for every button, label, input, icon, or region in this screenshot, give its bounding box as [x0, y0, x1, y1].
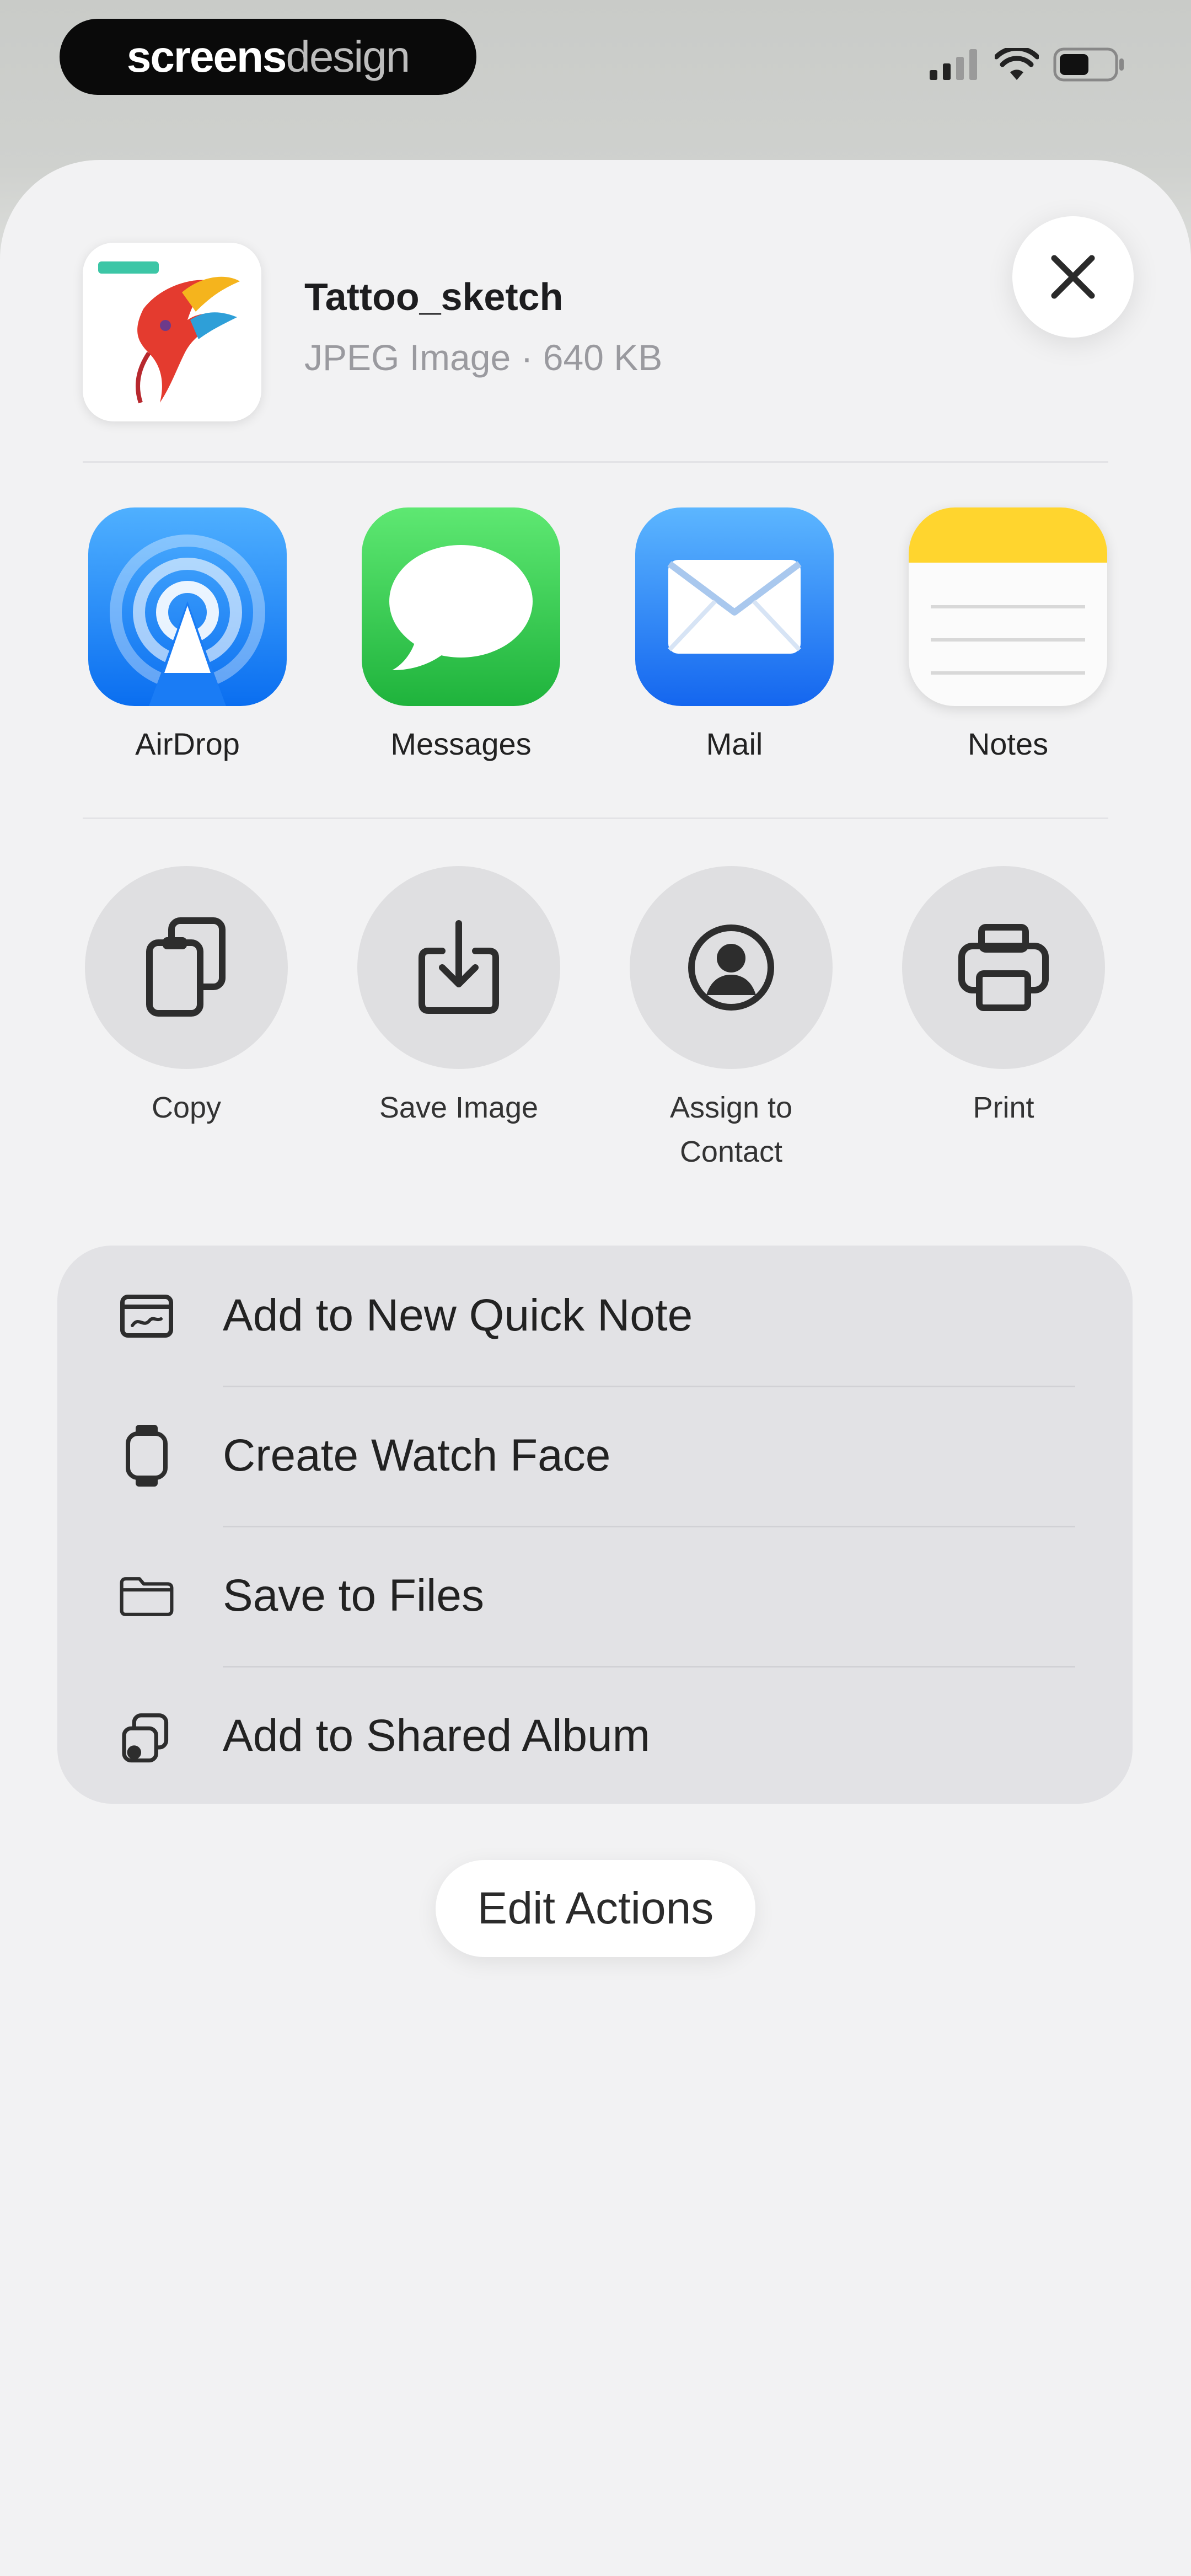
airdrop-icon — [88, 507, 287, 706]
app-messages[interactable]: Messages — [356, 507, 566, 762]
print-icon — [958, 924, 1049, 1011]
save-image-circle — [357, 866, 560, 1069]
print-circle — [902, 866, 1105, 1069]
share-sheet: Tattoo_sketch JPEG Image · 640 KB AirDro… — [0, 160, 1191, 2576]
app-label-airdrop: AirDrop — [135, 726, 240, 761]
watermark-text-bold: screens — [126, 32, 287, 81]
action-print[interactable]: Print — [888, 866, 1119, 1130]
app-label-messages: Messages — [390, 726, 532, 761]
list-item-save-files[interactable]: Save to Files — [57, 1526, 1133, 1666]
list-item-quick-note[interactable]: Add to New Quick Note — [57, 1246, 1133, 1386]
list-label-quick-note: Add to New Quick Note — [223, 1290, 693, 1340]
wifi-icon — [995, 48, 1039, 80]
list-label-watch-face: Create Watch Face — [223, 1430, 611, 1481]
file-name: Tattoo_sketch — [304, 275, 564, 318]
close-icon — [1051, 255, 1095, 299]
file-details: JPEG Image · 640 KB — [304, 337, 663, 378]
copy-icon — [146, 917, 226, 1017]
app-label-mail: Mail — [706, 726, 763, 761]
watermark-logo: screens design — [60, 19, 476, 95]
messages-icon — [362, 507, 560, 706]
save-image-icon — [419, 920, 499, 1014]
app-notes[interactable]: Notes — [903, 507, 1113, 762]
list-item-shared-album[interactable]: Add to Shared Album — [57, 1666, 1133, 1806]
action-label-copy: Copy — [151, 1091, 222, 1124]
edit-actions-button[interactable]: Edit Actions — [436, 1860, 755, 1957]
app-label-notes: Notes — [967, 726, 1049, 761]
watermark-text-light: design — [286, 32, 410, 81]
header-divider — [83, 461, 1108, 463]
action-label-save-image: Save Image — [379, 1091, 539, 1124]
list-label-save-files: Save to Files — [223, 1570, 484, 1621]
tattoo-sketch-image — [98, 261, 240, 404]
mail-icon — [635, 507, 834, 706]
status-bar: screens design — [0, 0, 1191, 132]
quick-note-icon — [119, 1288, 174, 1343]
close-button[interactable] — [1012, 216, 1134, 338]
list-label-shared-album: Add to Shared Album — [223, 1711, 650, 1761]
battery-icon — [1053, 47, 1124, 82]
app-mail[interactable]: Mail — [630, 507, 839, 762]
action-copy[interactable]: Copy — [71, 866, 302, 1130]
status-icons — [930, 47, 1125, 82]
file-thumbnail — [83, 243, 261, 421]
action-assign-contact[interactable]: Assign to Contact — [615, 866, 847, 1174]
signal-icon — [930, 49, 977, 80]
notes-icon — [909, 507, 1107, 706]
watch-icon — [119, 1425, 174, 1487]
apps-divider — [83, 817, 1108, 819]
app-airdrop[interactable]: AirDrop — [83, 507, 292, 762]
action-label-assign-contact: Assign to Contact — [669, 1091, 793, 1168]
folder-icon — [119, 1568, 174, 1623]
action-save-image[interactable]: Save Image — [343, 866, 575, 1130]
list-item-watch-face[interactable]: Create Watch Face — [57, 1386, 1133, 1526]
copy-circle — [85, 866, 288, 1069]
shared-album-icon — [119, 1708, 174, 1763]
action-label-print: Print — [973, 1091, 1034, 1124]
contact-circle — [630, 866, 833, 1069]
action-list: Add to New Quick Note Create Watch Face — [57, 1246, 1133, 1804]
contact-icon — [688, 924, 774, 1011]
